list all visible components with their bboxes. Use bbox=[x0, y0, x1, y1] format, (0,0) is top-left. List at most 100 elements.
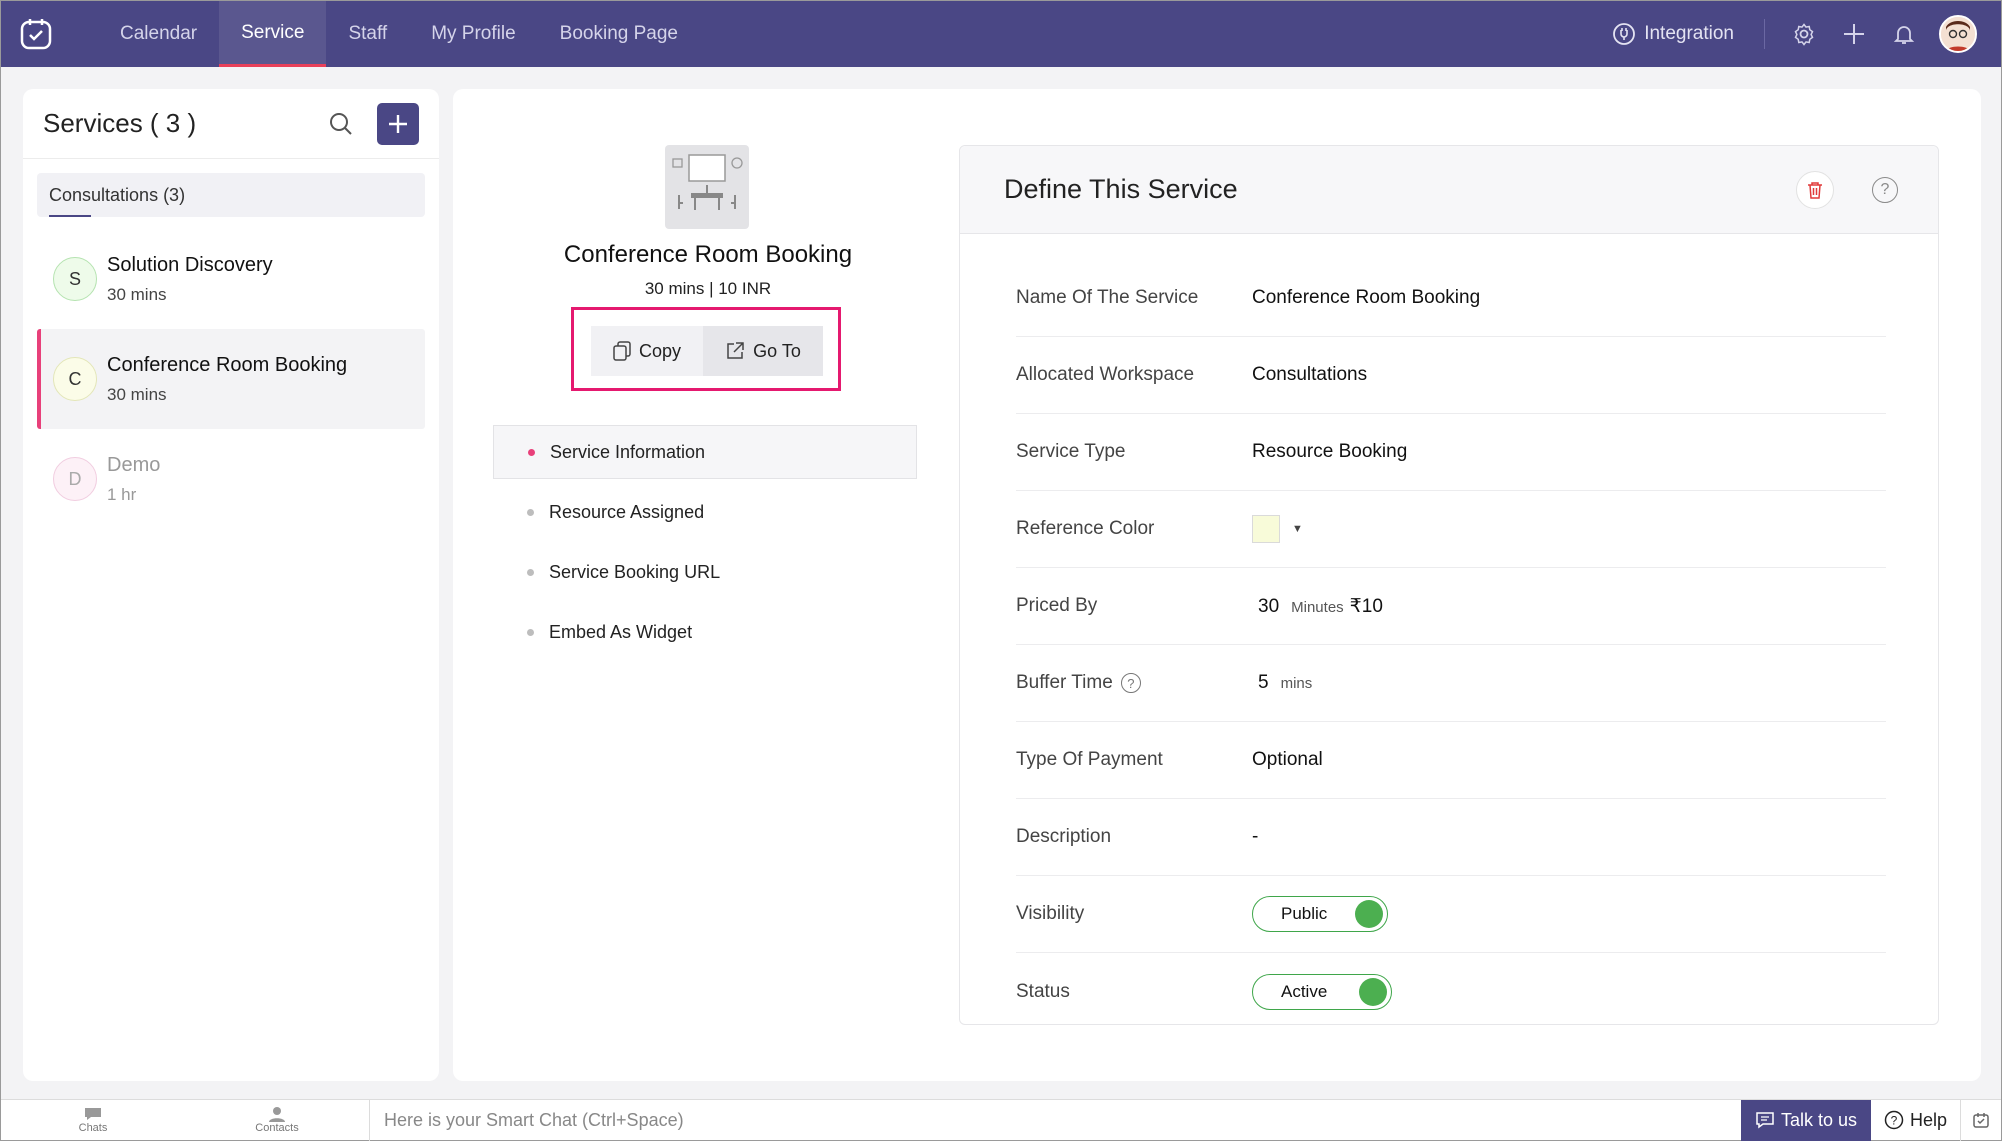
service-name: Solution Discovery bbox=[107, 253, 273, 276]
status-toggle[interactable]: Active bbox=[1252, 973, 1392, 1010]
external-link-icon bbox=[727, 342, 744, 359]
field-label: Service Type bbox=[1016, 441, 1126, 462]
nav-tab-my-profile[interactable]: My Profile bbox=[409, 1, 537, 67]
service-initial-avatar: S bbox=[53, 257, 97, 301]
field-row-payment: Type Of Payment Optional bbox=[1016, 722, 1886, 799]
add-icon[interactable] bbox=[1829, 1, 1879, 67]
smart-chat-input[interactable]: Here is your Smart Chat (Ctrl+Space) bbox=[369, 1099, 1741, 1141]
bullet-dot-icon bbox=[527, 508, 534, 516]
menu-embed-as-widget[interactable]: Embed As Widget bbox=[493, 605, 917, 659]
feedback-icon[interactable] bbox=[1961, 1100, 2001, 1141]
help-circle-icon: ? bbox=[1884, 1110, 1904, 1130]
service-name: Conference Room Booking bbox=[107, 353, 348, 376]
menu-service-information[interactable]: Service Information bbox=[493, 425, 917, 479]
menu-label: Resource Assigned bbox=[549, 501, 705, 522]
buffer-time-value: 5 mins bbox=[1252, 672, 1312, 694]
bottom-bar: Chats Contacts Here is your Smart Chat (… bbox=[1, 1099, 2001, 1141]
nav-tab-calendar[interactable]: Calendar bbox=[98, 1, 219, 67]
service-type-value: Resource Booking bbox=[1252, 441, 1408, 462]
service-list-item[interactable]: S Solution Discovery 30 mins bbox=[37, 229, 425, 329]
reference-color-picker[interactable]: ▼ bbox=[1252, 515, 1303, 543]
copy-button[interactable]: Copy bbox=[591, 326, 703, 376]
bullet-dot-icon bbox=[527, 568, 534, 576]
go-to-label: Go To bbox=[753, 340, 801, 361]
bullet-dot-icon bbox=[528, 448, 535, 456]
services-sidebar: Services ( 3 ) Consultations (3) S Solut… bbox=[23, 89, 439, 1081]
integration-link[interactable]: Integration bbox=[1612, 19, 1765, 49]
contacts-button[interactable]: Contacts bbox=[185, 1100, 369, 1141]
menu-label: Service Information bbox=[550, 441, 706, 462]
service-title: Conference Room Booking bbox=[563, 241, 853, 268]
nav-tab-service[interactable]: Service bbox=[219, 1, 327, 67]
priced-unit: Minutes bbox=[1291, 598, 1344, 616]
services-title: Services ( 3 ) bbox=[43, 108, 197, 138]
service-duration: 30 mins bbox=[107, 384, 167, 404]
add-service-button[interactable] bbox=[377, 103, 419, 145]
priced-by-value: 30 Minutes ₹10 bbox=[1252, 595, 1383, 618]
menu-service-booking-url[interactable]: Service Booking URL bbox=[493, 545, 917, 599]
nav-tab-staff[interactable]: Staff bbox=[326, 1, 409, 67]
field-row-color: Reference Color ▼ bbox=[1016, 491, 1886, 568]
field-label: Priced By bbox=[1016, 595, 1098, 616]
action-buttons-highlight: Copy Go To bbox=[571, 307, 841, 391]
visibility-toggle[interactable]: Public bbox=[1252, 896, 1388, 932]
color-swatch bbox=[1252, 515, 1280, 543]
define-service-card: Define This Service ? Name Of The Servic… bbox=[959, 145, 1939, 1025]
field-label: Name Of The Service bbox=[1016, 287, 1199, 308]
talk-to-us-label: Talk to us bbox=[1780, 1109, 1858, 1130]
svg-text:?: ? bbox=[1891, 1114, 1898, 1128]
service-initial-avatar: D bbox=[53, 457, 97, 501]
chats-label: Chats bbox=[78, 1122, 108, 1134]
service-name: Demo bbox=[107, 453, 161, 476]
service-meta: 30 mins | 10 INR bbox=[644, 279, 772, 298]
integration-icon bbox=[1613, 23, 1636, 45]
help-question-icon[interactable]: ? bbox=[1872, 177, 1898, 203]
top-nav: Calendar Service Staff My Profile Bookin… bbox=[1, 1, 2001, 67]
description-value: - bbox=[1252, 826, 1259, 847]
go-to-button[interactable]: Go To bbox=[703, 326, 823, 376]
info-question-icon[interactable]: ? bbox=[1120, 673, 1141, 693]
buffer-unit: mins bbox=[1280, 675, 1313, 692]
service-initial-avatar: C bbox=[53, 357, 97, 401]
field-row-type: Service Type Resource Booking bbox=[1016, 414, 1886, 491]
app-logo-icon[interactable] bbox=[18, 16, 54, 52]
chats-button[interactable]: Chats bbox=[1, 1100, 185, 1141]
service-list-item[interactable]: D Demo 1 hr bbox=[37, 429, 425, 529]
sidebar-header: Services ( 3 ) bbox=[23, 89, 439, 159]
buffer-label: Buffer Time bbox=[1016, 672, 1113, 693]
nav-tab-booking-page[interactable]: Booking Page bbox=[538, 1, 700, 67]
talk-to-us-button[interactable]: Talk to us bbox=[1741, 1099, 1871, 1141]
search-icon[interactable] bbox=[327, 110, 355, 138]
copy-icon bbox=[613, 341, 631, 361]
field-label: Status bbox=[1016, 980, 1070, 1002]
priced-price: ₹10 bbox=[1349, 595, 1383, 617]
menu-resource-assigned[interactable]: Resource Assigned bbox=[493, 485, 917, 539]
notification-bell-icon[interactable] bbox=[1879, 1, 1929, 67]
contact-person-icon bbox=[269, 1107, 285, 1122]
workspace-tab-consultations[interactable]: Consultations (3) bbox=[37, 173, 425, 217]
field-row-status: Status Active bbox=[1016, 953, 1886, 1030]
conference-room-thumbnail bbox=[665, 145, 749, 229]
field-row-description: Description - bbox=[1016, 799, 1886, 876]
toggle-knob bbox=[1359, 977, 1387, 1006]
message-icon bbox=[1756, 1112, 1774, 1129]
field-row-workspace: Allocated Workspace Consultations bbox=[1016, 337, 1886, 414]
toggle-label: Active bbox=[1281, 981, 1328, 1001]
delete-service-button[interactable] bbox=[1796, 171, 1834, 209]
service-fields: Name Of The Service Conference Room Book… bbox=[1016, 260, 1886, 1030]
payment-type-value: Optional bbox=[1252, 749, 1323, 770]
field-label: Buffer Time ? bbox=[1016, 672, 1252, 694]
plus-icon bbox=[389, 115, 407, 133]
service-list-item-selected[interactable]: C Conference Room Booking 30 mins bbox=[37, 329, 425, 429]
field-row-visibility: Visibility Public bbox=[1016, 876, 1886, 953]
dropdown-caret-icon: ▼ bbox=[1292, 523, 1303, 535]
field-label: Type Of Payment bbox=[1016, 749, 1163, 770]
chat-bubble-icon bbox=[85, 1108, 101, 1120]
field-row-priced-by: Priced By 30 Minutes ₹10 bbox=[1016, 568, 1886, 645]
user-avatar[interactable] bbox=[1939, 15, 1977, 53]
field-row-buffer: Buffer Time ? 5 mins bbox=[1016, 645, 1886, 722]
help-button[interactable]: ? Help bbox=[1871, 1099, 1961, 1141]
field-label: Description bbox=[1016, 826, 1112, 847]
settings-gear-icon[interactable] bbox=[1779, 1, 1829, 67]
service-duration: 1 hr bbox=[107, 484, 137, 504]
